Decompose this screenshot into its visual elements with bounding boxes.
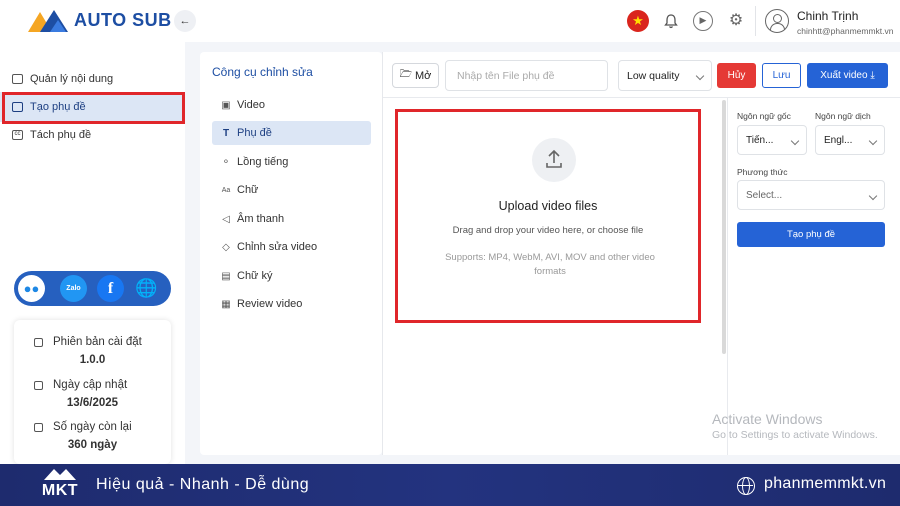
save-button[interactable]: Lưu xyxy=(762,63,801,88)
user-email: chinhtt@phanmemmkt.vn xyxy=(797,26,894,36)
create-subtitle-button[interactable]: Tạo phụ đề xyxy=(737,222,885,247)
banner-website: phanmemmkt.vn xyxy=(764,475,887,492)
collapse-sidebar-button[interactable]: ← xyxy=(174,10,196,32)
app-logo[interactable]: AUTO SUB xyxy=(28,8,172,32)
upload-title: Upload video files xyxy=(498,199,598,213)
text-icon: T xyxy=(222,127,230,139)
zalo-icon[interactable]: Zalo xyxy=(60,275,87,302)
tools-panel: Công cụ chỉnh sửa ▣ Video T Phụ đề ⚬ Lồng t… xyxy=(200,52,382,455)
mkt-logo: MKT xyxy=(40,468,80,502)
sidebar-item-label: Quản lý nội dung xyxy=(30,73,114,85)
chevron-down-icon xyxy=(868,136,878,146)
active-item-highlight xyxy=(2,92,185,124)
chevron-down-icon xyxy=(868,191,878,201)
updated-label: Ngày cập nhật xyxy=(34,379,127,391)
updated-value: 13/6/2025 xyxy=(66,397,119,409)
quality-select[interactable]: Low quality xyxy=(618,60,712,91)
document-icon: ▤ xyxy=(221,270,231,282)
gear-icon[interactable]: ⚙ xyxy=(725,10,747,32)
calendar-icon xyxy=(34,380,43,390)
sidebar-item-extract-subtitle[interactable]: cc Tách phụ đề xyxy=(0,120,185,150)
subtitle-file-name-input[interactable] xyxy=(445,60,608,91)
days-left-label: Số ngày còn lại xyxy=(34,421,132,433)
social-bar: ●● Zalo f 🌐 xyxy=(14,271,171,306)
folder-icon: 🗁 xyxy=(399,69,412,80)
upload-description: Drag and drop your video here, or choose… xyxy=(452,225,644,236)
vietnam-flag-icon[interactable]: ★ xyxy=(627,10,649,32)
globe-icon xyxy=(737,477,755,495)
avatar[interactable] xyxy=(765,9,789,33)
cc-icon: cc xyxy=(12,130,23,140)
arrow-left-icon: ← xyxy=(179,15,191,27)
tool-review-video[interactable]: ▦ Review video xyxy=(212,292,371,316)
source-language-select[interactable]: Tiến... xyxy=(737,125,807,155)
download-icon: ⤓ xyxy=(870,70,875,81)
box-icon xyxy=(34,422,43,432)
activate-windows-subtitle: Go to Settings to activate Windows. xyxy=(712,429,878,441)
speaker-icon: ◁ xyxy=(222,213,230,225)
play-icon[interactable]: ▶ xyxy=(693,11,713,31)
logo-mountain-icon xyxy=(28,10,68,32)
website-icon[interactable]: 🌐 xyxy=(133,275,160,302)
source-language-label: Ngôn ngữ gốc xyxy=(737,111,791,121)
banner-slogan: Hiệu quả - Nhanh - Dễ dùng xyxy=(96,476,310,493)
open-button[interactable]: 🗁 Mở xyxy=(392,63,439,88)
version-label: Phiên bản cài đặt xyxy=(34,336,142,348)
tool-dubbing[interactable]: ⚬ Lồng tiếng xyxy=(212,150,371,174)
facebook-icon[interactable]: f xyxy=(97,275,124,302)
panel-divider xyxy=(727,98,728,455)
chevron-down-icon xyxy=(695,71,705,81)
version-info-card: Phiên bản cài đặt 1.0.0 Ngày cập nhật 13… xyxy=(14,320,171,464)
mkt-logo-mark-icon xyxy=(44,469,76,480)
target-language-label: Ngôn ngữ dịch xyxy=(815,111,871,121)
promo-banner: MKT Hiệu quả - Nhanh - Dễ dùng phanmemmk… xyxy=(0,464,900,506)
bell-icon[interactable] xyxy=(660,10,682,32)
font-icon: Aa xyxy=(221,186,231,194)
chat-icon[interactable]: ●● xyxy=(18,275,45,302)
image-icon: ▦ xyxy=(221,298,231,310)
layers-icon: ◇ xyxy=(222,241,230,253)
device-icon xyxy=(34,337,43,347)
chevron-down-icon xyxy=(790,136,800,146)
logo-text: AUTO SUB xyxy=(74,9,172,30)
header-divider xyxy=(755,6,756,36)
voice-icon: ⚬ xyxy=(221,156,231,168)
content-icon xyxy=(12,74,23,84)
tool-text[interactable]: Aa Chữ xyxy=(212,178,371,202)
days-left-value: 360 ngày xyxy=(67,439,118,451)
version-value: 1.0.0 xyxy=(79,354,106,366)
tool-video[interactable]: ▣ Video xyxy=(212,93,371,117)
sidebar-item-label: Tách phụ đề xyxy=(30,129,92,141)
cancel-button[interactable]: Hủy xyxy=(717,63,756,88)
upload-icon xyxy=(532,138,576,182)
app-header: AUTO SUB ← ★ ▶ ⚙ Chinh Trịnh chinhtt@pha… xyxy=(0,0,900,42)
video-icon: ▣ xyxy=(221,99,231,111)
tool-audio[interactable]: ◁ Âm thanh xyxy=(212,207,371,231)
tool-edit-video[interactable]: ◇ Chỉnh sửa video xyxy=(212,235,371,259)
export-video-button[interactable]: Xuất video ⤓ xyxy=(807,63,888,88)
activate-windows-title: Activate Windows xyxy=(712,411,823,427)
sidebar-item-content[interactable]: Quản lý nội dung xyxy=(0,64,185,94)
upload-supports: Supports: MP4, WebM, AVI, MOV and other … xyxy=(445,252,655,277)
editor-panel: 🗁 Mở Low quality Hủy Lưu Xuất video ⤓ Up… xyxy=(382,52,900,455)
method-label: Phương thức xyxy=(737,167,788,177)
tool-subtitle[interactable]: T Phụ đề xyxy=(212,121,371,145)
tools-title: Công cụ chỉnh sửa xyxy=(212,65,313,79)
target-language-select[interactable]: Engl... xyxy=(815,125,885,155)
upload-dropzone[interactable]: Upload video files Drag and drop your vi… xyxy=(395,109,701,323)
scrollbar[interactable] xyxy=(722,100,726,354)
method-select[interactable]: Select... xyxy=(737,180,885,210)
toolbar-divider xyxy=(383,97,900,98)
tool-signature[interactable]: ▤ Chữ ký xyxy=(212,264,371,288)
user-name: Chinh Trịnh xyxy=(797,9,859,23)
